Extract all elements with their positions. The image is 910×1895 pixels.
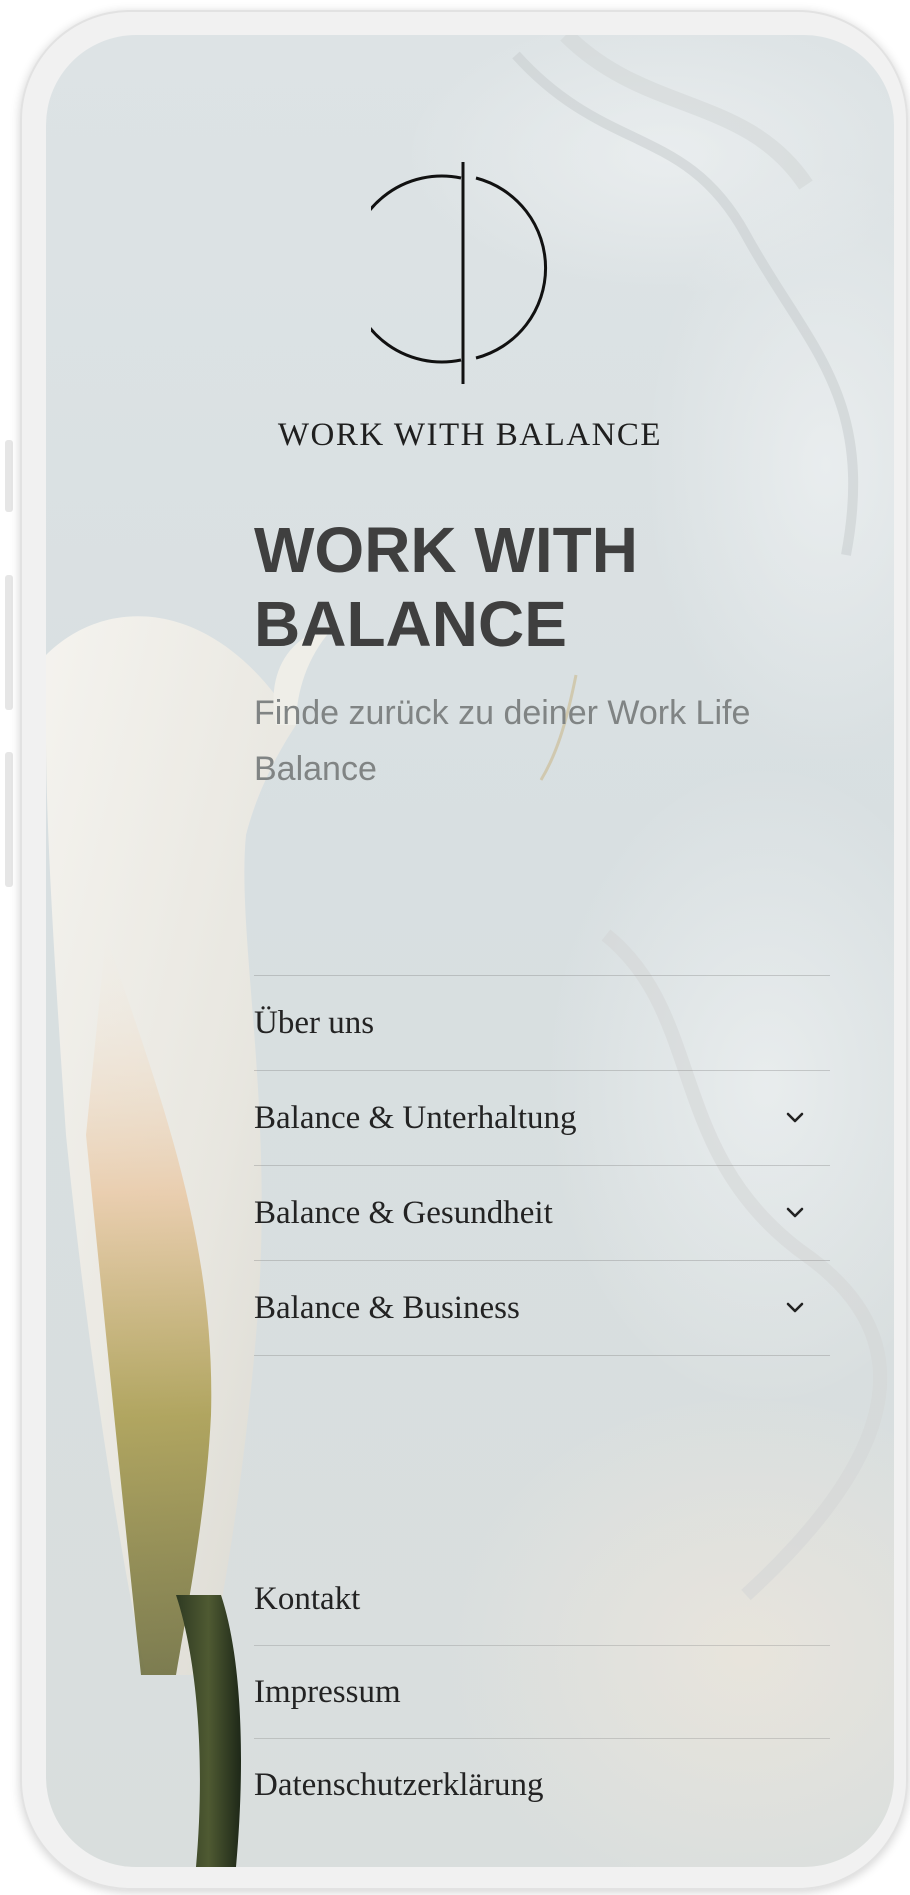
- nav-item-ueber-uns[interactable]: Über uns: [254, 976, 830, 1071]
- brand-wordmark: WORK WITH BALANCE: [277, 417, 663, 453]
- footer-link-kontakt[interactable]: Kontakt: [254, 1553, 830, 1646]
- nav-item-balance-unterhaltung[interactable]: Balance & Unterhaltung: [254, 1071, 830, 1166]
- circle-split-logo-icon[interactable]: [347, 160, 571, 390]
- footer-link-datenschutz[interactable]: Datenschutzerklärung: [254, 1739, 830, 1831]
- page-content: WORK WITH BALANCE WORK WITH BALANCE Find…: [46, 35, 894, 1867]
- footer-link-label: Impressum: [254, 1673, 401, 1710]
- nav-item-label: Balance & Unterhaltung: [254, 1099, 577, 1136]
- nav-item-balance-gesundheit[interactable]: Balance & Gesundheit: [254, 1166, 830, 1261]
- chevron-down-icon[interactable]: [782, 1105, 808, 1131]
- chevron-down-icon[interactable]: [782, 1200, 808, 1226]
- nav-item-label: Balance & Business: [254, 1289, 520, 1326]
- footer-link-label: Kontakt: [254, 1580, 361, 1617]
- page-subtitle: Finde zurück zu deiner Work Life Balance: [254, 694, 751, 788]
- main-nav: Über uns Balance & Unterhaltung Balance …: [254, 975, 830, 1356]
- nav-item-balance-business[interactable]: Balance & Business: [254, 1261, 830, 1356]
- footer-link-impressum[interactable]: Impressum: [254, 1646, 830, 1739]
- footer-nav: Kontakt Impressum Datenschutzerklärung: [254, 1553, 830, 1831]
- phone-screen: WORK WITH BALANCE WORK WITH BALANCE Find…: [46, 35, 894, 1867]
- nav-item-label: Balance & Gesundheit: [254, 1194, 553, 1231]
- phone-side-button: [5, 440, 13, 512]
- chevron-down-icon[interactable]: [782, 1295, 808, 1321]
- nav-item-label: Über uns: [254, 1004, 375, 1041]
- page-title: WORK WITH BALANCE: [254, 514, 638, 660]
- page: WORK WITH BALANCE WORK WITH BALANCE Find…: [0, 0, 910, 1895]
- phone-frame: WORK WITH BALANCE WORK WITH BALANCE Find…: [20, 10, 908, 1890]
- phone-volume-down-button: [5, 752, 13, 887]
- footer-link-label: Datenschutzerklärung: [254, 1766, 544, 1803]
- phone-volume-up-button: [5, 575, 13, 710]
